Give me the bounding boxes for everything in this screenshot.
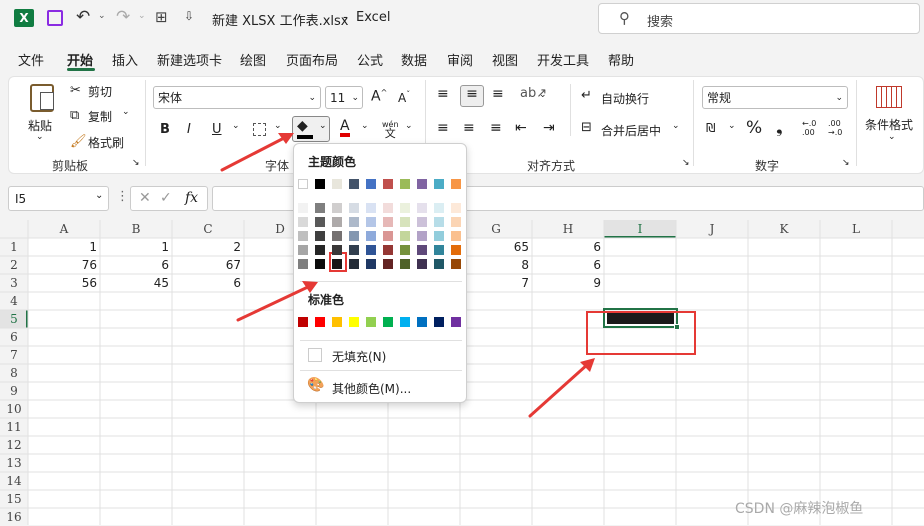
arrow-to-cell — [528, 362, 590, 418]
watermark: CSDN @麻辣泡椒鱼 — [735, 501, 864, 517]
highlight-box — [586, 311, 696, 355]
arrow-to-fill-button — [220, 135, 288, 172]
arrow-to-swatch — [236, 284, 312, 322]
annotation-layer — [220, 133, 696, 418]
